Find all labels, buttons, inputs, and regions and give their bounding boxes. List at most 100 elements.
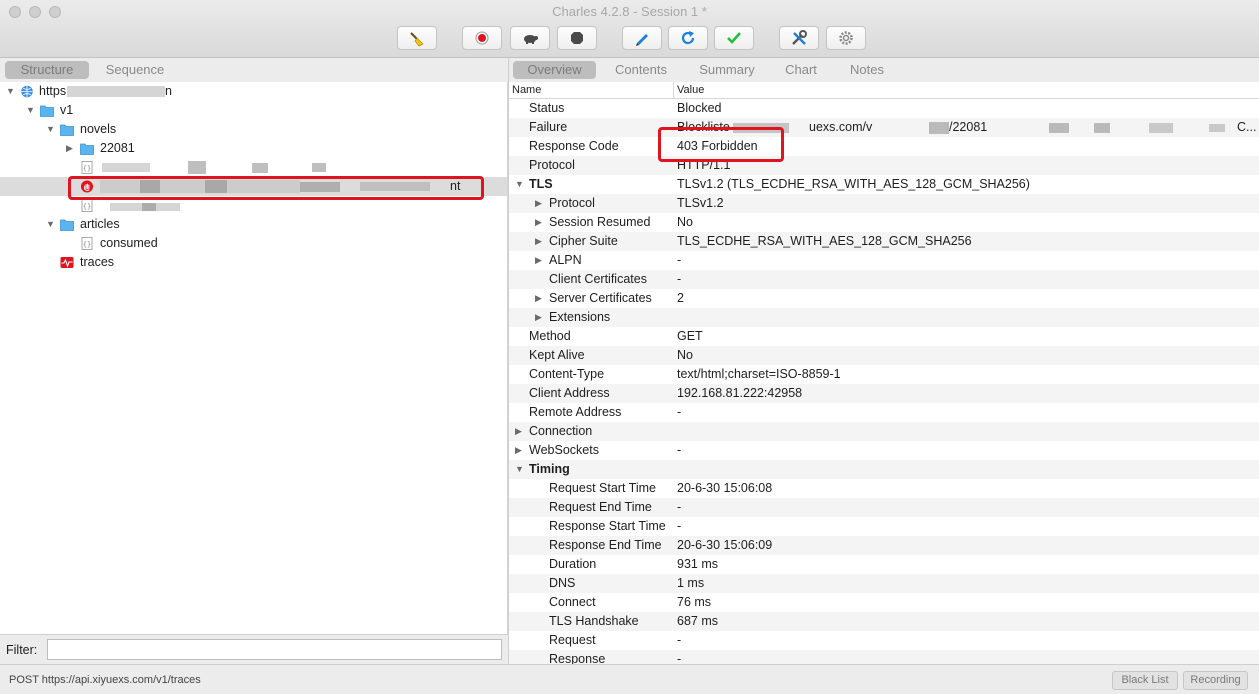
table-row[interactable]: Request Start Time 20-6-30 15:06:08 [509, 479, 1259, 498]
table-row[interactable]: ▶ WebSockets - [509, 441, 1259, 460]
collapsed-triangle-icon[interactable]: ▶ [535, 232, 542, 251]
tree-row-v1[interactable]: ▼ v1 [0, 101, 507, 120]
expanded-triangle-icon[interactable]: ▼ [26, 101, 36, 120]
settings-button[interactable] [826, 26, 866, 50]
tree-row-host[interactable]: ▼ https n [0, 82, 507, 101]
table-row[interactable]: DNS 1 ms [509, 574, 1259, 593]
tab-summary[interactable]: Summary [689, 61, 765, 79]
record-button[interactable] [462, 26, 502, 50]
tree-row-novels[interactable]: ▼ novels [0, 120, 507, 139]
property-name: Response [549, 652, 606, 664]
redacted-text [102, 163, 150, 172]
property-name: TLS [529, 177, 553, 191]
redacted-text [312, 163, 326, 172]
json-file-icon: {} [81, 237, 93, 250]
tab-notes[interactable]: Notes [839, 61, 895, 79]
collapsed-triangle-icon[interactable]: ▶ [535, 308, 542, 327]
redacted-text [67, 86, 165, 97]
table-row[interactable]: Client Certificates - [509, 270, 1259, 289]
expanded-triangle-icon[interactable]: ▼ [515, 460, 524, 479]
collapsed-triangle-icon[interactable]: ▶ [535, 194, 542, 213]
table-row[interactable]: Kept Alive No [509, 346, 1259, 365]
collapsed-triangle-icon[interactable]: ▶ [535, 289, 542, 308]
expanded-triangle-icon[interactable]: ▼ [46, 215, 56, 234]
property-value-fragment: C... [1237, 120, 1257, 134]
folder-icon [60, 219, 74, 231]
property-name: Remote Address [529, 405, 622, 419]
expanded-triangle-icon[interactable]: ▼ [46, 120, 56, 139]
validate-button[interactable] [714, 26, 754, 50]
clear-session-button[interactable] [397, 26, 437, 50]
table-row[interactable]: ▶ Connection [509, 422, 1259, 441]
tree-row-articles[interactable]: ▼ articles [0, 215, 507, 234]
table-row[interactable]: ▶ Extensions [509, 308, 1259, 327]
property-value: TLS_ECDHE_RSA_WITH_AES_128_GCM_SHA256 [677, 234, 972, 248]
table-row[interactable]: Remote Address - [509, 403, 1259, 422]
table-row[interactable]: ▼ TLS TLSv1.2 (TLS_ECDHE_RSA_WITH_AES_128_… [509, 175, 1259, 194]
collapsed-triangle-icon[interactable]: ▶ [535, 213, 542, 232]
table-row[interactable]: Response - [509, 650, 1259, 664]
column-divider[interactable] [673, 82, 674, 99]
tree-label-traces: traces [80, 255, 115, 269]
tree-row-consumed[interactable]: {} consumed [0, 234, 507, 253]
table-row[interactable]: Duration 931 ms [509, 555, 1259, 574]
tab-contents[interactable]: Contents [605, 61, 677, 79]
table-row[interactable]: TLS Handshake 687 ms [509, 612, 1259, 631]
collapsed-triangle-icon[interactable]: ▶ [535, 251, 542, 270]
tab-structure[interactable]: Structure [5, 61, 89, 79]
table-row[interactable]: ▶ Session Resumed No [509, 213, 1259, 232]
table-row[interactable]: ▶ Server Certificates 2 [509, 289, 1259, 308]
column-header-name[interactable]: Name [512, 82, 541, 98]
compose-button[interactable] [622, 26, 662, 50]
property-name: Cipher Suite [549, 234, 618, 248]
property-value: - [677, 253, 682, 267]
table-row[interactable]: Response End Time 20-6-30 15:06:09 [509, 536, 1259, 555]
table-row[interactable]: ▶ Cipher Suite TLS_ECDHE_RSA_WITH_AES_128_… [509, 232, 1259, 251]
tree-row-traces[interactable]: traces [0, 253, 507, 272]
table-row[interactable]: ▶ Protocol TLSv1.2 [509, 194, 1259, 213]
collapsed-triangle-icon[interactable]: ▶ [515, 422, 522, 441]
table-row[interactable]: Protocol HTTP/1.1 [509, 156, 1259, 175]
property-value: TLSv1.2 (TLS_ECDHE_RSA_WITH_AES_128_GCM_… [677, 177, 1030, 191]
table-row[interactable]: Content-Type text/html;charset=ISO-8859-1 [509, 365, 1259, 384]
throttle-button[interactable] [510, 26, 550, 50]
table-row[interactable]: Failure Blockliste uexs.com/v/22081 C... [509, 118, 1259, 137]
tree-label-novels: novels [80, 122, 117, 136]
property-value: - [677, 443, 682, 457]
tree-row-22081[interactable]: ▶ 22081 [0, 139, 507, 158]
property-value: - [677, 272, 682, 286]
table-row[interactable]: Connect 76 ms [509, 593, 1259, 612]
table-row[interactable]: Response Code 403 Forbidden [509, 137, 1259, 156]
property-name: Client Address [529, 386, 610, 400]
repeat-button[interactable] [668, 26, 708, 50]
property-name: Request End Time [549, 500, 652, 514]
tab-overview[interactable]: Overview [513, 61, 596, 79]
table-row[interactable]: Response Start Time - [509, 517, 1259, 536]
table-row[interactable]: Client Address 192.168.81.222:42958 [509, 384, 1259, 403]
tools-button[interactable] [779, 26, 819, 50]
broom-icon [410, 32, 424, 47]
table-row[interactable]: Request End Time - [509, 498, 1259, 517]
tab-sequence[interactable]: Sequence [95, 61, 175, 79]
breakpoints-button[interactable] [557, 26, 597, 50]
table-row[interactable]: Request - [509, 631, 1259, 650]
expanded-triangle-icon[interactable]: ▼ [515, 175, 524, 194]
property-value: - [677, 652, 682, 664]
expanded-triangle-icon[interactable]: ▼ [6, 82, 16, 101]
table-row[interactable]: ▼ Timing [509, 460, 1259, 479]
table-row[interactable]: ▶ ALPN - [509, 251, 1259, 270]
collapsed-triangle-icon[interactable]: ▶ [515, 441, 522, 460]
tree-row-redacted-1[interactable]: {} [0, 158, 507, 177]
table-row[interactable]: Status Blocked [509, 99, 1259, 118]
recording-button[interactable]: Recording [1183, 671, 1248, 690]
tab-chart[interactable]: Chart [777, 61, 825, 79]
table-row[interactable]: Method GET [509, 327, 1259, 346]
compose-icon [636, 34, 648, 46]
collapsed-triangle-icon[interactable]: ▶ [66, 139, 76, 158]
title-bar: Charles 4.2.8 - Session 1 * [0, 0, 1259, 58]
breakpoint-icon [571, 32, 583, 44]
column-header-value[interactable]: Value [677, 82, 704, 98]
black-list-button[interactable]: Black List [1112, 671, 1178, 690]
globe-icon [21, 85, 33, 98]
filter-input[interactable] [47, 639, 502, 660]
